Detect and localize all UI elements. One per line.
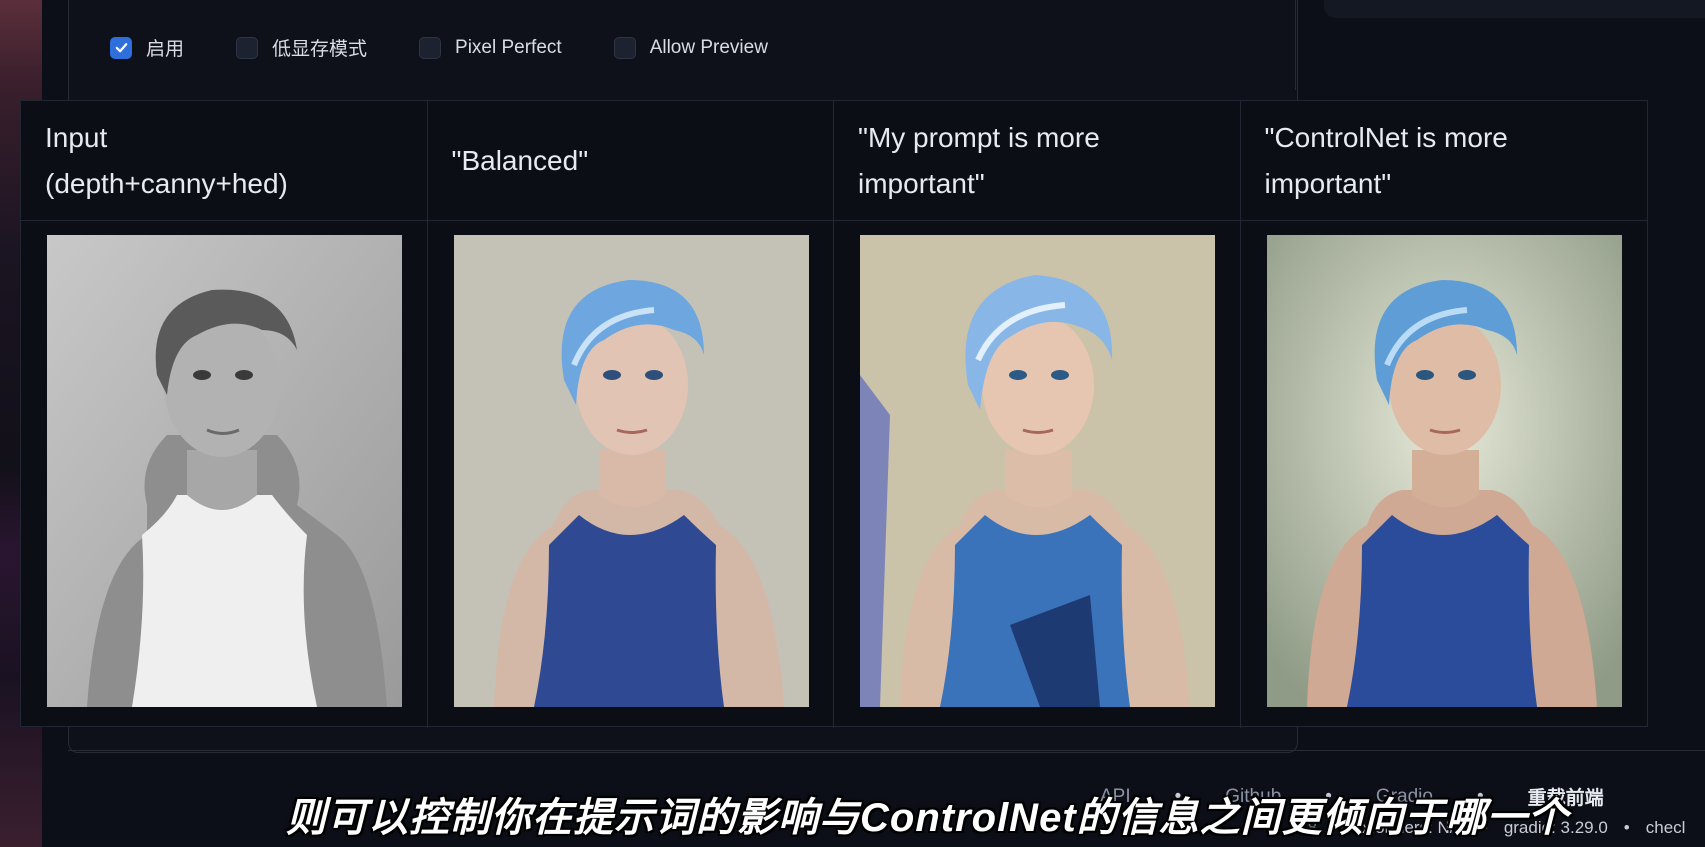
controlnet-options: 启用 低显存模式 Pixel Perfect Allow Preview <box>110 34 820 61</box>
header-line: "ControlNet is more <box>1264 121 1508 153</box>
controlnet-important-result-image <box>1266 235 1622 707</box>
prompt-important-result-image <box>860 235 1215 707</box>
image-cell-prompt-important <box>834 221 1241 728</box>
balanced-result-image <box>453 235 809 707</box>
lowvram-checkbox[interactable]: 低显存模式 <box>236 34 367 61</box>
enable-label: 启用 <box>146 39 185 60</box>
separator: • <box>1623 818 1630 837</box>
header-line: Input <box>45 121 108 153</box>
enable-checkbox[interactable]: 启用 <box>110 34 184 61</box>
column-header-prompt-important: "My prompt is more important" <box>834 101 1241 220</box>
header-line: "Balanced" <box>451 144 589 176</box>
video-subtitle: 则可以控制你在提示词的影响与ControlNet的信息之间更倾向于哪一个 <box>286 796 1569 840</box>
lowvram-label: 低显存模式 <box>272 39 368 60</box>
pixel-perfect-checkbox[interactable]: Pixel Perfect <box>419 36 562 59</box>
checkbox-empty-icon[interactable] <box>419 36 442 59</box>
pixel-perfect-label: Pixel Perfect <box>455 36 562 58</box>
checkbox-empty-icon[interactable] <box>613 36 636 59</box>
input-portrait-image <box>47 235 402 707</box>
checkbox-checked-icon[interactable] <box>110 36 132 59</box>
header-line: important" <box>858 167 985 199</box>
comparison-header-row: Input (depth+canny+hed) "Balanced" "My pr… <box>21 101 1647 221</box>
image-cell-input <box>21 221 428 728</box>
screen: 启用 低显存模式 Pixel Perfect Allow Preview Inp… <box>0 0 1705 847</box>
allow-preview-checkbox[interactable]: Allow Preview <box>613 36 768 59</box>
allow-preview-label: Allow Preview <box>649 36 768 58</box>
checkpoint-info: checl <box>1645 818 1686 837</box>
column-header-input: Input (depth+canny+hed) <box>21 101 428 220</box>
comparison-image-row <box>21 221 1647 728</box>
column-header-balanced: "Balanced" <box>428 101 834 220</box>
header-line: "My prompt is more <box>858 121 1100 153</box>
checkbox-empty-icon[interactable] <box>236 36 259 59</box>
top-right-panel <box>1324 0 1705 18</box>
divider <box>68 750 1705 751</box>
panel-divider <box>1295 0 1296 90</box>
header-line: (depth+canny+hed) <box>45 167 288 199</box>
image-cell-controlnet-important <box>1241 221 1648 728</box>
control-mode-comparison: Input (depth+canny+hed) "Balanced" "My pr… <box>20 100 1648 728</box>
column-header-controlnet-important: "ControlNet is more important" <box>1241 101 1648 220</box>
header-line: important" <box>1264 167 1392 199</box>
image-cell-balanced <box>428 221 834 728</box>
